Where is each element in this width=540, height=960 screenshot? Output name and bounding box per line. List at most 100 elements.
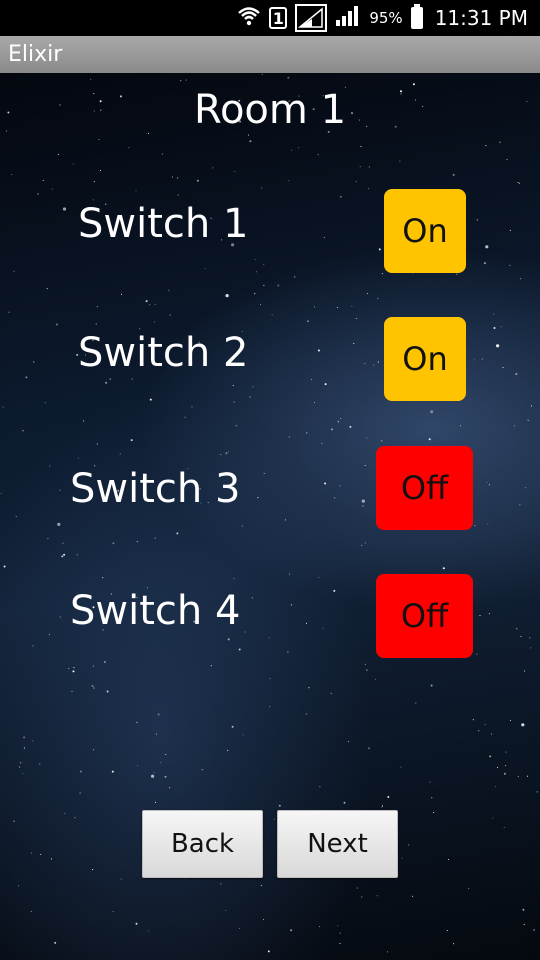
star [91,685,94,687]
switch-1-toggle-button[interactable]: On [384,189,466,273]
star [488,613,490,615]
star [251,597,253,599]
next-button[interactable]: Next [277,810,398,878]
star [526,775,529,777]
star [19,766,21,768]
star [287,651,289,653]
sim-icon: 1 [269,7,288,29]
star [376,895,378,897]
star [523,923,525,925]
star [373,364,375,366]
star [204,267,206,270]
star [157,713,160,716]
star [278,804,281,807]
star [494,786,496,788]
star [62,207,67,211]
star [321,442,323,444]
star [225,452,228,455]
star [232,384,234,386]
star [15,516,17,518]
switch-4-toggle-button[interactable]: Off [376,574,473,658]
star [273,818,275,820]
app-title: Elixir [8,42,63,67]
star [112,911,114,913]
star [51,188,53,190]
star [318,926,321,928]
star [530,405,533,407]
star [290,929,293,932]
star [368,747,370,750]
star [277,284,280,287]
star [119,453,121,455]
star [120,878,122,880]
star [212,167,214,169]
star [33,361,35,363]
star [533,928,536,931]
star [177,177,179,179]
switch-3-toggle-button[interactable]: Off [376,446,473,530]
star [47,538,49,540]
star [263,472,265,475]
star [185,79,187,81]
star [102,577,104,579]
star [493,327,496,329]
star [517,182,519,184]
star [261,73,263,75]
switch-4-state: Off [400,597,449,635]
star [485,245,489,249]
star [44,402,46,404]
star [324,383,327,386]
star [160,762,162,764]
star [496,766,499,769]
star [177,194,179,196]
star [353,342,355,344]
star [288,436,290,438]
star [130,439,133,442]
star [269,677,271,680]
star [536,791,538,793]
star [171,176,173,178]
star [267,950,270,953]
star [32,645,34,647]
star [57,522,61,526]
star [231,725,234,728]
star [412,83,415,86]
star [520,635,522,637]
star [72,163,74,165]
star [83,420,85,422]
star [210,665,212,667]
star [361,544,363,546]
star [25,376,28,379]
switch-2-toggle-button[interactable]: On [384,317,466,401]
star [155,801,157,803]
star [472,719,474,721]
star [106,690,109,693]
star [0,493,2,495]
star [145,300,148,303]
star [527,419,529,421]
status-bar: 1 95% 11:31 PM [0,0,540,36]
switch-3-state: Off [400,469,449,507]
star [386,951,389,953]
back-button[interactable]: Back [142,810,263,878]
star [256,271,258,273]
star [269,706,271,708]
star [176,532,179,535]
room-screen: Room 1 Switch 1 On Switch 2 On Switch 3 … [0,73,540,960]
star [238,927,241,929]
star [356,887,358,889]
star [412,895,414,897]
star [103,661,106,663]
star [474,525,476,527]
star [381,440,383,442]
star [220,454,222,456]
star [154,537,156,539]
star [522,908,525,911]
star [473,359,475,361]
star [368,166,370,168]
star [476,219,478,221]
star [516,628,518,630]
star [73,667,75,669]
switch-3-label: Switch 3 [70,466,241,512]
star [64,812,66,814]
